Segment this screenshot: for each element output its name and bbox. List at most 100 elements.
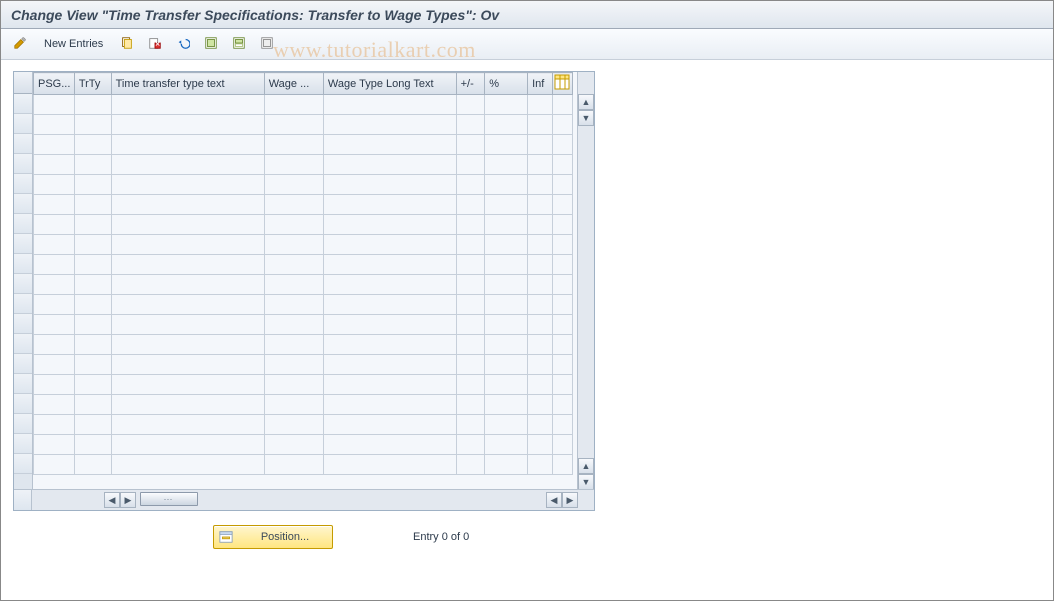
cell-trty[interactable]: [74, 95, 111, 115]
vertical-scrollbar[interactable]: ▲ ▼ ▲ ▼: [577, 72, 594, 490]
cell-wtlt[interactable]: [323, 235, 456, 255]
cell-wtlt[interactable]: [323, 155, 456, 175]
cell-pm[interactable]: [456, 455, 485, 475]
row-selector[interactable]: [14, 174, 32, 194]
row-selector[interactable]: [14, 394, 32, 414]
cell-wage[interactable]: [264, 295, 323, 315]
cell-tttt[interactable]: [111, 255, 264, 275]
cell-wtlt[interactable]: [323, 255, 456, 275]
cell-trty[interactable]: [74, 215, 111, 235]
scroll-left2-icon[interactable]: ◀: [546, 492, 562, 508]
cell-wage[interactable]: [264, 415, 323, 435]
cell-wtlt[interactable]: [323, 175, 456, 195]
cell-inf[interactable]: [528, 455, 553, 475]
scroll-down2-icon[interactable]: ▼: [578, 474, 594, 490]
column-header-inf[interactable]: Inf: [528, 73, 553, 95]
cell-inf[interactable]: [528, 335, 553, 355]
cell-tttt[interactable]: [111, 135, 264, 155]
cell-psg[interactable]: [34, 275, 75, 295]
cell-trty[interactable]: [74, 435, 111, 455]
cell-pct[interactable]: [485, 235, 528, 255]
cell-pct[interactable]: [485, 115, 528, 135]
cell-wage[interactable]: [264, 455, 323, 475]
cell-pm[interactable]: [456, 315, 485, 335]
cell-wtlt[interactable]: [323, 395, 456, 415]
row-selector[interactable]: [14, 314, 32, 334]
cell-psg[interactable]: [34, 215, 75, 235]
cell-pm[interactable]: [456, 355, 485, 375]
cell-wtlt[interactable]: [323, 95, 456, 115]
row-selector[interactable]: [14, 254, 32, 274]
undo-button[interactable]: [170, 33, 196, 55]
cell-pm[interactable]: [456, 375, 485, 395]
cell-psg[interactable]: [34, 295, 75, 315]
cell-pm[interactable]: [456, 435, 485, 455]
cell-tttt[interactable]: [111, 315, 264, 335]
cell-pct[interactable]: [485, 155, 528, 175]
cell-wage[interactable]: [264, 355, 323, 375]
cell-pm[interactable]: [456, 215, 485, 235]
cell-trty[interactable]: [74, 155, 111, 175]
cell-pct[interactable]: [485, 295, 528, 315]
cell-psg[interactable]: [34, 155, 75, 175]
cell-inf[interactable]: [528, 295, 553, 315]
cell-inf[interactable]: [528, 175, 553, 195]
cell-wage[interactable]: [264, 335, 323, 355]
row-selector[interactable]: [14, 214, 32, 234]
cell-psg[interactable]: [34, 255, 75, 275]
horizontal-scrollbar[interactable]: ◀ ▶ ⋯ ◀ ▶: [14, 489, 594, 510]
cell-psg[interactable]: [34, 95, 75, 115]
row-selector[interactable]: [14, 94, 32, 114]
cell-wage[interactable]: [264, 375, 323, 395]
cell-wtlt[interactable]: [323, 435, 456, 455]
cell-wage[interactable]: [264, 255, 323, 275]
scroll-down-icon[interactable]: ▼: [578, 110, 594, 126]
new-entries-button[interactable]: New Entries: [35, 33, 112, 55]
cell-psg[interactable]: [34, 375, 75, 395]
cell-trty[interactable]: [74, 135, 111, 155]
cell-trty[interactable]: [74, 255, 111, 275]
cell-trty[interactable]: [74, 275, 111, 295]
scroll-up-icon[interactable]: ▲: [578, 94, 594, 110]
select-block-button[interactable]: [226, 33, 252, 55]
cell-pct[interactable]: [485, 375, 528, 395]
scroll-left-icon[interactable]: ◀: [104, 492, 120, 508]
cell-inf[interactable]: [528, 195, 553, 215]
cell-psg[interactable]: [34, 435, 75, 455]
cell-trty[interactable]: [74, 395, 111, 415]
row-selector[interactable]: [14, 234, 32, 254]
cell-tttt[interactable]: [111, 335, 264, 355]
cell-trty[interactable]: [74, 375, 111, 395]
cell-pm[interactable]: [456, 255, 485, 275]
cell-wage[interactable]: [264, 395, 323, 415]
cell-pct[interactable]: [485, 175, 528, 195]
row-selector[interactable]: [14, 194, 32, 214]
scroll-right-icon[interactable]: ▶: [120, 492, 136, 508]
column-header-trty[interactable]: TrTy: [74, 73, 111, 95]
cell-pm[interactable]: [456, 155, 485, 175]
cell-wtlt[interactable]: [323, 295, 456, 315]
cell-inf[interactable]: [528, 395, 553, 415]
cell-wage[interactable]: [264, 235, 323, 255]
cell-pm[interactable]: [456, 135, 485, 155]
cell-tttt[interactable]: [111, 155, 264, 175]
cell-wage[interactable]: [264, 275, 323, 295]
deselect-all-button[interactable]: [254, 33, 280, 55]
cell-inf[interactable]: [528, 215, 553, 235]
cell-psg[interactable]: [34, 235, 75, 255]
cell-inf[interactable]: [528, 375, 553, 395]
row-selector[interactable]: [14, 414, 32, 434]
cell-tttt[interactable]: [111, 435, 264, 455]
cell-tttt[interactable]: [111, 295, 264, 315]
cell-pct[interactable]: [485, 395, 528, 415]
cell-pct[interactable]: [485, 315, 528, 335]
cell-inf[interactable]: [528, 415, 553, 435]
cell-pct[interactable]: [485, 435, 528, 455]
cell-pm[interactable]: [456, 335, 485, 355]
cell-trty[interactable]: [74, 295, 111, 315]
row-selector[interactable]: [14, 374, 32, 394]
cell-pm[interactable]: [456, 95, 485, 115]
delete-button[interactable]: [142, 33, 168, 55]
cell-tttt[interactable]: [111, 455, 264, 475]
table-settings-icon[interactable]: [554, 81, 570, 93]
